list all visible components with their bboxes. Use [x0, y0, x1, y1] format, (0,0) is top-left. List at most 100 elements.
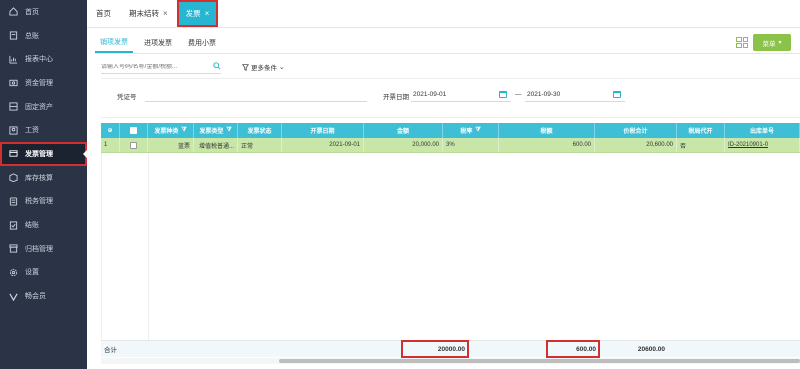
cell-kind: 蓝票	[148, 138, 194, 152]
col-issue-date[interactable]: 开票日期	[282, 123, 364, 138]
filter-panel: 凭证号 开票日期 2021-09-01 — 2021-09-30	[101, 78, 800, 118]
col-select-all[interactable]	[120, 123, 148, 138]
table-footer-totals: 合计 20000.00 600.00 20600.00	[101, 340, 800, 358]
filter-icon[interactable]: ⧩	[475, 127, 480, 134]
sidebar-item-archive[interactable]: 归档管理	[0, 237, 87, 261]
row-number: 1	[101, 138, 120, 152]
report-icon	[8, 54, 18, 64]
col-outbound-no[interactable]: 出库单号	[725, 123, 800, 138]
header-label: 发票类型	[199, 129, 224, 135]
filter-icon[interactable]: ⧩	[226, 127, 231, 134]
more-conditions-label: 更多条件	[251, 65, 277, 72]
search-input[interactable]	[101, 64, 206, 70]
sidebar-item-label: 畅会员	[25, 293, 46, 301]
sidebar-item-salary[interactable]: 工资	[0, 118, 87, 142]
sidebar-item-vip[interactable]: 畅会员	[0, 284, 87, 308]
salary-icon	[8, 125, 18, 135]
sidebar: 首页 总账 报表中心 资金管理 固定资产 工资 发票管理 库存核算 税务管理 结…	[0, 0, 87, 369]
sidebar-item-close-books[interactable]: 结账	[0, 213, 87, 237]
search-icon[interactable]	[213, 62, 221, 72]
horizontal-scrollbar[interactable]	[101, 358, 800, 364]
asset-icon	[8, 102, 18, 112]
tab-invoice[interactable]: 发票 ×	[176, 0, 219, 27]
header-label: 发票种类	[154, 129, 179, 135]
calendar-icon[interactable]	[499, 91, 507, 98]
cell-tax: 600.00	[499, 138, 595, 152]
grid-view-icon[interactable]	[736, 37, 748, 48]
voucher-field[interactable]	[145, 101, 367, 102]
sidebar-item-report[interactable]: 报表中心	[0, 47, 87, 71]
home-icon	[8, 7, 18, 17]
table-header: ⊕ 发票种类 ⧩ 发票类型 ⧩ 发票状态 开票日期 金额 税率 ⧩ 税额 价税合计 税…	[101, 123, 800, 138]
col-add[interactable]: ⊕	[101, 123, 120, 138]
sidebar-item-label: 归档管理	[25, 245, 53, 253]
tax-icon	[8, 196, 18, 206]
col-amount[interactable]: 金额	[364, 123, 443, 138]
footer-amount-total: 20000.00	[401, 340, 469, 358]
close-icon[interactable]: ×	[163, 9, 168, 18]
tab-home[interactable]: 首页	[87, 0, 120, 27]
cell-agent: 否	[677, 138, 725, 152]
sidebar-item-label: 设置	[25, 269, 39, 277]
invoice-icon	[8, 149, 18, 159]
row-checkbox[interactable]	[130, 141, 137, 149]
col-invoice-type[interactable]: 发票类型 ⧩	[194, 123, 238, 138]
subtab-purchase-invoice[interactable]: 进项发票	[139, 33, 177, 53]
sidebar-item-label: 结账	[25, 222, 39, 230]
sidebar-item-ledger[interactable]: 总账	[0, 24, 87, 48]
col-tax-rate[interactable]: 税率 ⧩	[443, 123, 499, 138]
sidebar-item-settings[interactable]: 设置	[0, 261, 87, 285]
sidebar-item-money[interactable]: 资金管理	[0, 71, 87, 95]
col-total[interactable]: 价税合计	[595, 123, 677, 138]
cell-amount: 20,000.00	[364, 138, 443, 152]
sidebar-item-label: 报表中心	[25, 56, 53, 64]
date-to-field[interactable]: 2021-09-30	[527, 91, 560, 98]
col-agent-issued[interactable]: 税局代开	[677, 123, 725, 138]
table-body-empty	[101, 153, 800, 340]
footer-spacer	[148, 341, 402, 357]
header-label: 税率	[460, 129, 473, 135]
footer-tax-total: 600.00	[546, 340, 600, 358]
sidebar-item-inventory[interactable]: 库存核算	[0, 166, 87, 190]
subtab-expense-receipt[interactable]: 费用小票	[183, 33, 221, 53]
subtab-sales-invoice[interactable]: 销项发票	[95, 33, 133, 53]
filter-icon	[242, 63, 249, 71]
calendar-icon[interactable]	[613, 91, 621, 98]
row-select[interactable]	[120, 138, 148, 152]
table-row[interactable]: 1 蓝票 增值税普通... 正常 2021-09-01 20,000.00 3%…	[101, 138, 800, 153]
col-tax-amount[interactable]: 税额	[499, 123, 595, 138]
menu-button[interactable]: 菜单 ▾	[753, 34, 791, 51]
filter-icon[interactable]: ⧩	[181, 127, 186, 134]
sidebar-item-asset[interactable]: 固定资产	[0, 95, 87, 119]
archive-icon	[8, 244, 18, 254]
vip-icon	[8, 291, 18, 301]
divider	[148, 153, 149, 340]
menu-button-label: 菜单	[762, 40, 776, 48]
cell-outbound-link[interactable]: ID-20210901-0	[725, 138, 800, 152]
sidebar-item-invoice[interactable]: 发票管理	[0, 142, 87, 166]
more-conditions-button[interactable]: 更多条件 ⌄	[242, 62, 284, 72]
footer-spacer	[468, 341, 547, 357]
tab-period-transfer[interactable]: 期末结转 ×	[120, 0, 177, 27]
select-all-checkbox[interactable]	[130, 127, 137, 134]
scrollbar-thumb[interactable]	[279, 359, 800, 363]
sidebar-item-label: 首页	[25, 8, 39, 16]
cell-type: 增值税普通...	[194, 138, 238, 152]
chevron-down-icon: ⌄	[279, 64, 285, 71]
footer-label: 合计	[104, 347, 117, 354]
date-separator: —	[515, 91, 522, 98]
voucher-label: 凭证号	[117, 94, 137, 101]
sidebar-item-tax[interactable]: 税务管理	[0, 190, 87, 214]
footer-grand-total: 20600.00	[637, 345, 665, 353]
col-invoice-kind[interactable]: 发票种类 ⧩	[148, 123, 194, 138]
close-icon[interactable]: ×	[205, 9, 210, 18]
date-from-field[interactable]: 2021-09-01	[413, 91, 446, 98]
invoice-subtabs: 销项发票 进项发票 费用小票	[95, 33, 227, 53]
divider	[95, 53, 800, 54]
sidebar-item-home[interactable]: 首页	[0, 0, 87, 24]
tab-bar: 首页 期末结转 × 发票 ×	[87, 0, 800, 28]
gear-icon	[8, 267, 18, 277]
sidebar-item-label: 固定资产	[25, 103, 53, 111]
date-to-underline	[525, 101, 625, 102]
col-invoice-status[interactable]: 发票状态	[238, 123, 282, 138]
